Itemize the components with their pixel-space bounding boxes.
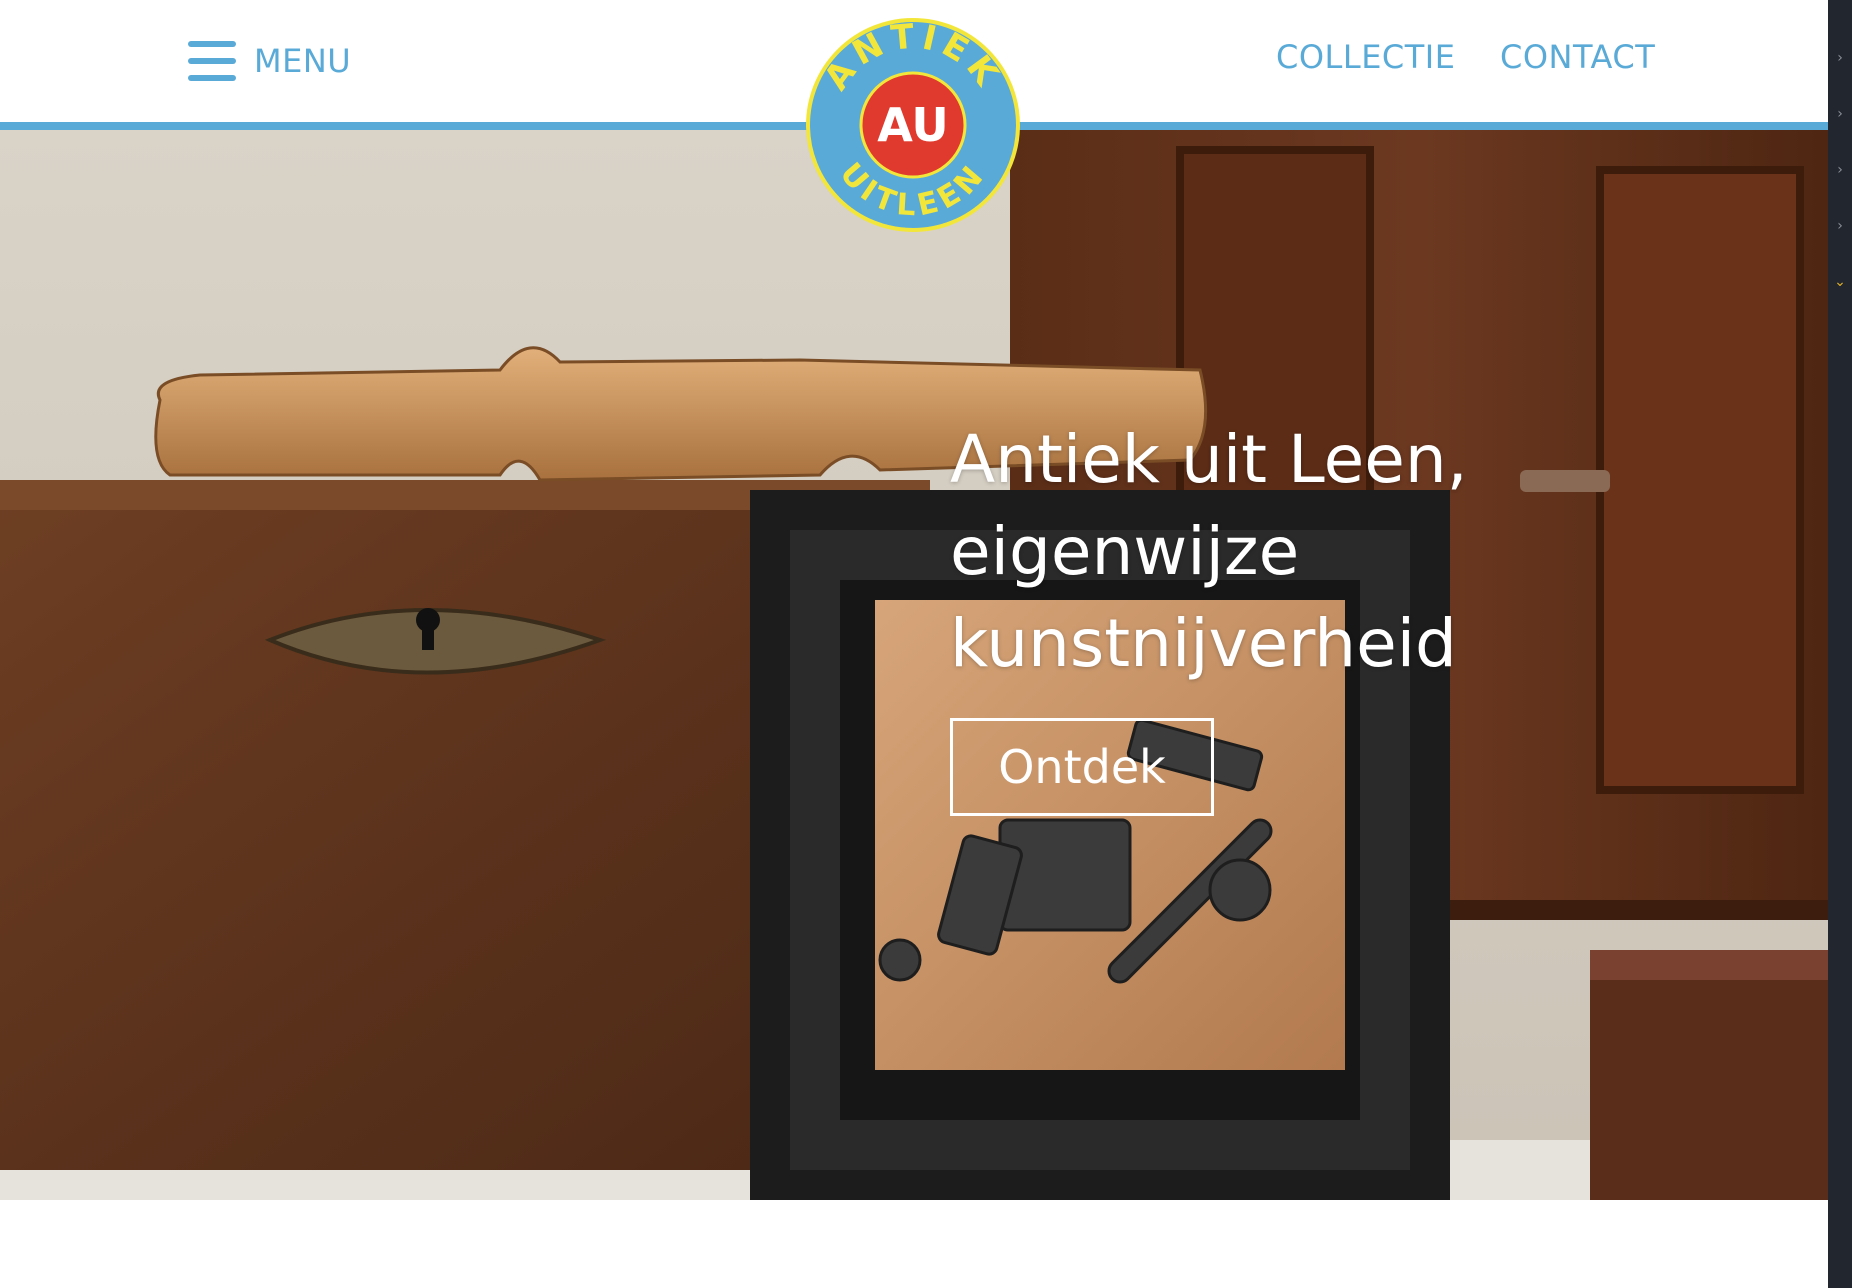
menu-button[interactable]: MENU <box>188 36 351 86</box>
hero-title-line-3: kunstnijverheid <box>950 605 1457 682</box>
hero-title-line-2: eigenwijze <box>950 513 1300 590</box>
hero-title-line-1: Antiek uit Leen, <box>950 421 1468 498</box>
hero-title: Antiek uit Leen, eigenwijze kunstnijverh… <box>950 414 1650 690</box>
hamburger-icon <box>188 39 236 83</box>
chevron-right-icon[interactable]: › <box>1832 218 1848 234</box>
logo-emblem: ANTIEK UITLEEN AU <box>806 16 1020 232</box>
ontdek-button[interactable]: Ontdek <box>950 718 1214 816</box>
chevron-right-icon[interactable]: › <box>1832 162 1848 178</box>
nav-link-collectie[interactable]: COLLECTIE <box>1276 38 1455 76</box>
nav-link-contact[interactable]: CONTACT <box>1500 38 1655 76</box>
menu-label: MENU <box>254 42 352 80</box>
hero-section: Antiek uit Leen, eigenwijze kunstnijverh… <box>0 130 1828 1200</box>
chevron-down-icon[interactable]: ⌄ <box>1832 274 1848 290</box>
logo-monogram: AU <box>877 98 949 152</box>
chevron-right-icon[interactable]: › <box>1832 50 1848 66</box>
side-panel-strip: › › › › ⌄ <box>1828 0 1852 1288</box>
chevron-right-icon[interactable]: › <box>1832 106 1848 122</box>
site-logo[interactable]: ANTIEK UITLEEN AU <box>806 16 1020 232</box>
